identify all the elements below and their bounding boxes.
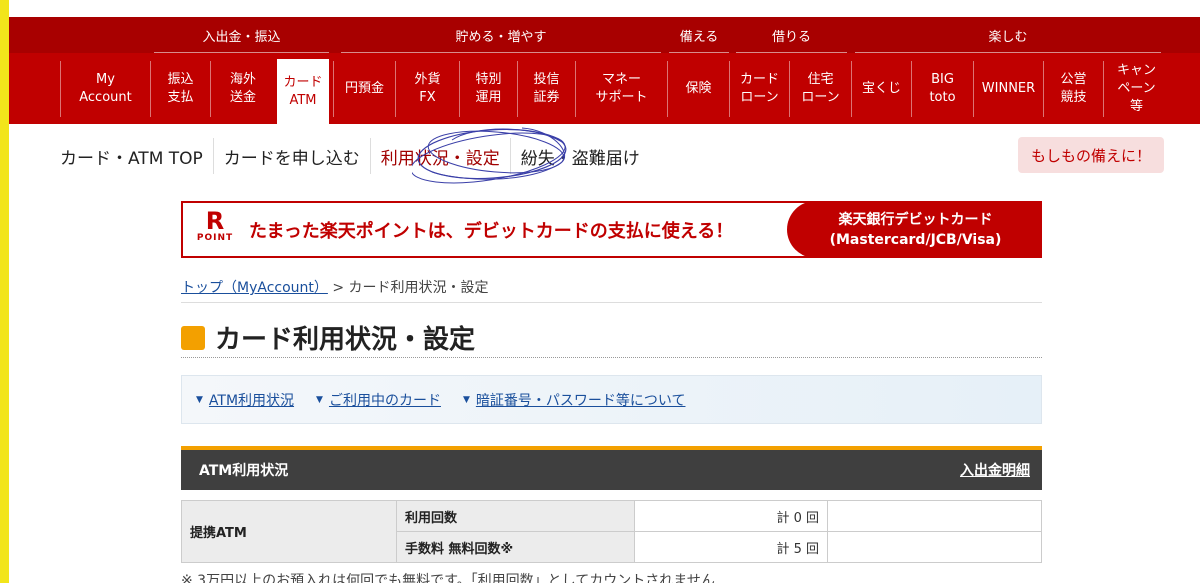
table-blank-cell — [827, 500, 1042, 532]
title-square-icon — [181, 325, 205, 350]
atm-usage-section-header: ATM利用状況 入出金明細 — [181, 446, 1042, 490]
atm-usage-table: 提携ATM 利用回数 計 0 回 手数料 無料回数※ 計 5 回 — [181, 500, 1042, 563]
anchor-atm-usage[interactable]: ▼ ATM利用状況 — [196, 390, 294, 410]
table-row: 提携ATM 利用回数 計 0 回 — [181, 500, 1042, 563]
breadcrumb: トップ（MyAccount） > カード利用状況・設定 — [181, 277, 1042, 303]
anchor-links: ▼ ATM利用状況 ▼ ご利用中のカード ▼ 暗証番号・パスワード等について — [181, 375, 1042, 424]
subnav-apply-card[interactable]: カードを申し込む — [212, 138, 370, 174]
nav-item-transfer-payment[interactable]: 振込 支払 — [150, 61, 210, 117]
free-count-label: 手数料 無料回数※ — [396, 531, 635, 563]
emergency-prep-button[interactable]: もしもの備えに！ — [1018, 137, 1164, 173]
left-edge-strip — [0, 0, 9, 583]
nav-item-lottery[interactable]: 宝くじ — [851, 61, 911, 117]
partner-atm-label: 提携ATM — [181, 500, 397, 563]
nav-item-special-management[interactable]: 特別 運用 — [459, 61, 517, 117]
nav-item-overseas-remittance[interactable]: 海外 送金 — [210, 61, 275, 117]
transaction-details-link[interactable]: 入出金明細 — [960, 460, 1030, 480]
nav-items: My Account 振込 支払 海外 送金 カード ATM 円預金 外貨 FX… — [9, 53, 1200, 124]
nav-item-housing-loan[interactable]: 住宅 ローン — [789, 61, 851, 117]
footnote: ※ 3万円以上のお預入れは何回でも無料です。「利用回数」としてカウントされません — [181, 573, 715, 583]
nav-item-card-loan[interactable]: カード ローン — [729, 61, 789, 117]
subnav-usage-settings[interactable]: 利用状況・設定 — [369, 138, 510, 174]
anchor-cards-in-use[interactable]: ▼ ご利用中のカード — [316, 390, 441, 410]
nav-item-big-toto[interactable]: BIG toto — [911, 61, 973, 117]
triangle-down-icon: ▼ — [462, 394, 470, 405]
nav-item-public-racing[interactable]: 公営 競技 — [1043, 61, 1103, 117]
nav-item-card-atm[interactable]: カード ATM — [277, 59, 329, 124]
nav-item-campaign[interactable]: キャン ペーン 等 — [1103, 61, 1169, 117]
free-count-value: 計 5 回 — [634, 531, 828, 563]
triangle-down-icon: ▼ — [316, 394, 323, 405]
table-blank-cell — [827, 531, 1042, 563]
nav-item-yen-deposit[interactable]: 円預金 — [333, 61, 395, 117]
nav-item-my-account[interactable]: My Account — [60, 61, 150, 117]
debit-card-banner[interactable]: R POINT たまった楽天ポイントは、デビットカードの支払に使える！ 楽天銀行… — [181, 201, 1042, 258]
breadcrumb-current: カード利用状況・設定 — [348, 280, 489, 296]
breadcrumb-home-link[interactable]: トップ（MyAccount） — [181, 280, 328, 296]
page-title: カード利用状況・設定 — [215, 325, 476, 355]
nav-item-money-support[interactable]: マネー サポート — [575, 61, 667, 117]
anchor-pin-password[interactable]: ▼ 暗証番号・パスワード等について — [463, 390, 686, 410]
nav-item-funds-securities[interactable]: 投信 証券 — [517, 61, 575, 117]
global-nav: 入出金・振込 貯める・増やす 備える 借りる 楽しむ My Account 振込… — [9, 17, 1200, 124]
category-row: 入出金・振込 貯める・増やす 備える 借りる 楽しむ — [9, 17, 1200, 53]
subnav-card-atm-top[interactable]: カード・ATM TOP — [50, 138, 213, 174]
triangle-down-icon: ▼ — [196, 394, 203, 405]
category-enjoy[interactable]: 楽しむ — [855, 17, 1161, 53]
usage-count-label: 利用回数 — [396, 500, 635, 532]
category-save-invest[interactable]: 貯める・増やす — [341, 17, 661, 53]
category-insure[interactable]: 備える — [669, 17, 729, 53]
sub-nav: カード・ATM TOP カードを申し込む 利用状況・設定 紛失・盗難届け — [50, 138, 650, 174]
usage-count-value: 計 0 回 — [634, 500, 828, 532]
section-title: ATM利用状況 — [199, 463, 289, 479]
rakuten-point-logo: R POINT — [196, 207, 234, 243]
banner-text: たまった楽天ポイントは、デビットカードの支払に使える！ — [249, 221, 734, 242]
subnav-lost-stolen[interactable]: 紛失・盗難届け — [509, 138, 650, 174]
nav-item-insurance[interactable]: 保険 — [667, 61, 729, 117]
banner-debit-card-label: 楽天銀行デビットカード (Mastercard/JCB/Visa) — [787, 203, 1040, 256]
nav-item-winner[interactable]: WINNER — [973, 61, 1043, 117]
category-deposit-transfer[interactable]: 入出金・振込 — [154, 17, 329, 53]
breadcrumb-separator: > — [327, 280, 349, 296]
category-borrow[interactable]: 借りる — [736, 17, 847, 53]
nav-item-fx[interactable]: 外貨 FX — [395, 61, 459, 117]
page-title-row: カード利用状況・設定 — [181, 318, 1042, 358]
